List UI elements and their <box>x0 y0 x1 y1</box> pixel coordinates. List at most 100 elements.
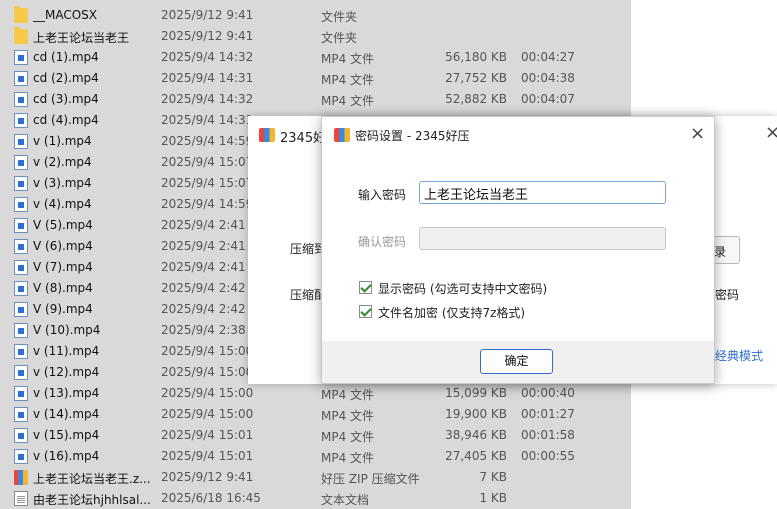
file-date: 2025/9/4 14:32 <box>161 92 254 106</box>
file-type: MP4 文件 <box>321 73 375 87</box>
mp4-file-icon <box>14 155 28 170</box>
file-name: V (9).mp4 <box>33 302 93 316</box>
file-name: v (16).mp4 <box>33 449 100 463</box>
file-size: 27,405 KB <box>445 449 507 463</box>
file-row[interactable]: 由老王论坛hjhhlsal... 2025/6/18 16:45 文本文档 1 KB <box>0 488 631 509</box>
file-type: 文件夹 <box>321 31 358 45</box>
file-size: 38,946 KB <box>445 428 507 442</box>
file-duration: 00:04:38 <box>521 71 575 85</box>
mp4-file-icon <box>14 50 28 65</box>
file-name: 上老王论坛当老王.z... <box>33 472 151 486</box>
file-duration: 00:01:27 <box>521 407 575 421</box>
file-name: v (12).mp4 <box>33 365 100 379</box>
mp4-file-icon <box>14 260 28 275</box>
file-name: v (11).mp4 <box>33 344 100 358</box>
file-duration: 00:00:40 <box>521 386 575 400</box>
browse-button[interactable]: 录 <box>714 236 740 264</box>
file-size: 7 KB <box>479 470 507 484</box>
file-date: 2025/9/12 9:41 <box>161 8 254 22</box>
password-link[interactable]: 密码 <box>715 286 739 303</box>
encrypt-filenames-label: 文件名加密 (仅支持7z格式) <box>378 306 526 320</box>
file-date: 2025/9/4 2:41 <box>161 260 246 274</box>
confirm-password-label: 确认密码 <box>358 235 407 249</box>
enter-password-input[interactable]: 上老王论坛当老王 <box>419 181 666 204</box>
file-row[interactable]: cd (1).mp4 2025/9/4 14:32 MP4 文件 56,180 KB 0… <box>0 47 631 68</box>
close-icon[interactable]: × <box>690 125 705 143</box>
file-name: cd (4).mp4 <box>33 113 99 127</box>
file-name: v (15).mp4 <box>33 428 100 442</box>
mp4-file-icon <box>14 386 28 401</box>
file-row[interactable]: v (15).mp4 2025/9/4 15:01 MP4 文件 38,946 KB 0… <box>0 425 631 446</box>
text-document-icon <box>14 491 28 506</box>
file-date: 2025/9/4 2:42 <box>161 302 246 316</box>
file-date: 2025/9/4 15:00 <box>161 344 254 358</box>
file-name: cd (2).mp4 <box>33 71 99 85</box>
mp4-file-icon <box>14 197 28 212</box>
mp4-file-icon <box>14 449 28 464</box>
file-name: V (5).mp4 <box>33 218 93 232</box>
file-date: 2025/9/4 15:00 <box>161 365 254 379</box>
mp4-file-icon <box>14 344 28 359</box>
file-date: 2025/9/4 15:01 <box>161 428 254 442</box>
file-name: V (8).mp4 <box>33 281 93 295</box>
file-date: 2025/9/4 15:00 <box>161 407 254 421</box>
show-password-checkbox[interactable] <box>359 281 372 294</box>
file-date: 2025/9/4 14:32 <box>161 50 254 64</box>
file-type: MP4 文件 <box>321 430 375 444</box>
file-date: 2025/9/4 2:41 <box>161 239 246 253</box>
mp4-file-icon <box>14 239 28 254</box>
file-size: 15,099 KB <box>445 386 507 400</box>
file-row[interactable]: v (14).mp4 2025/9/4 15:00 MP4 文件 19,900 KB 0… <box>0 404 631 425</box>
file-name: v (13).mp4 <box>33 386 100 400</box>
file-duration: 00:04:27 <box>521 50 575 64</box>
ok-button[interactable]: 确定 <box>480 349 553 374</box>
file-date: 2025/9/4 2:42 <box>161 281 246 295</box>
file-row[interactable]: __MACOSX 2025/9/12 9:41 文件夹 <box>0 5 631 26</box>
file-date: 2025/9/4 2:41 <box>161 218 246 232</box>
file-date: 2025/9/4 15:01 <box>161 449 254 463</box>
file-row[interactable]: cd (2).mp4 2025/9/4 14:31 MP4 文件 27,752 KB 0… <box>0 68 631 89</box>
close-icon[interactable]: × <box>765 124 777 142</box>
dialog-title: 密码设置 - 2345好压 <box>355 129 470 143</box>
file-size: 1 KB <box>479 491 507 505</box>
haozip-logo-icon <box>334 128 350 142</box>
mp4-file-icon <box>14 218 28 233</box>
file-name: V (10).mp4 <box>33 323 101 337</box>
mp4-file-icon <box>14 302 28 317</box>
file-name: 由老王论坛hjhhlsal... <box>33 493 151 507</box>
file-type: MP4 文件 <box>321 52 375 66</box>
classic-mode-link[interactable]: 经典模式 <box>715 347 763 364</box>
file-row[interactable]: 上老王论坛当老王 2025/9/12 9:41 文件夹 <box>0 26 631 47</box>
file-date: 2025/9/4 14:59 <box>161 134 254 148</box>
file-row[interactable]: cd (3).mp4 2025/9/4 14:32 MP4 文件 52,882 KB 0… <box>0 89 631 110</box>
file-size: 56,180 KB <box>445 50 507 64</box>
file-type: MP4 文件 <box>321 388 375 402</box>
file-name: 上老王论坛当老王 <box>33 31 130 45</box>
file-name: V (7).mp4 <box>33 260 93 274</box>
file-name: cd (1).mp4 <box>33 50 99 64</box>
mp4-file-icon <box>14 323 28 338</box>
file-name: V (6).mp4 <box>33 239 93 253</box>
encrypt-filenames-checkbox[interactable] <box>359 305 372 318</box>
haozip-logo-icon <box>259 128 275 142</box>
file-date: 2025/9/4 2:38 <box>161 323 246 337</box>
confirm-password-input[interactable] <box>419 227 666 250</box>
file-type: MP4 文件 <box>321 94 375 108</box>
file-date: 2025/9/4 14:31 <box>161 113 254 127</box>
file-type: MP4 文件 <box>321 409 375 423</box>
mp4-file-icon <box>14 71 28 86</box>
file-type: 文件夹 <box>321 10 358 24</box>
mp4-file-icon <box>14 92 28 107</box>
dialog-footer: 确定 <box>322 341 714 383</box>
file-name: v (2).mp4 <box>33 155 92 169</box>
file-row[interactable]: v (13).mp4 2025/9/4 15:00 MP4 文件 15,099 KB 0… <box>0 383 631 404</box>
zip-archive-icon <box>14 470 28 485</box>
file-row[interactable]: 上老王论坛当老王.z... 2025/9/12 9:41 好压 ZIP 压缩文件 7 … <box>0 467 631 488</box>
file-date: 2025/9/4 15:07 <box>161 176 254 190</box>
file-date: 2025/6/18 16:45 <box>161 491 261 505</box>
file-duration: 00:01:58 <box>521 428 575 442</box>
browse-button-label: 录 <box>714 245 727 259</box>
file-size: 52,882 KB <box>445 92 507 106</box>
file-row[interactable]: v (16).mp4 2025/9/4 15:01 MP4 文件 27,405 KB 0… <box>0 446 631 467</box>
file-date: 2025/9/4 14:59 <box>161 197 254 211</box>
